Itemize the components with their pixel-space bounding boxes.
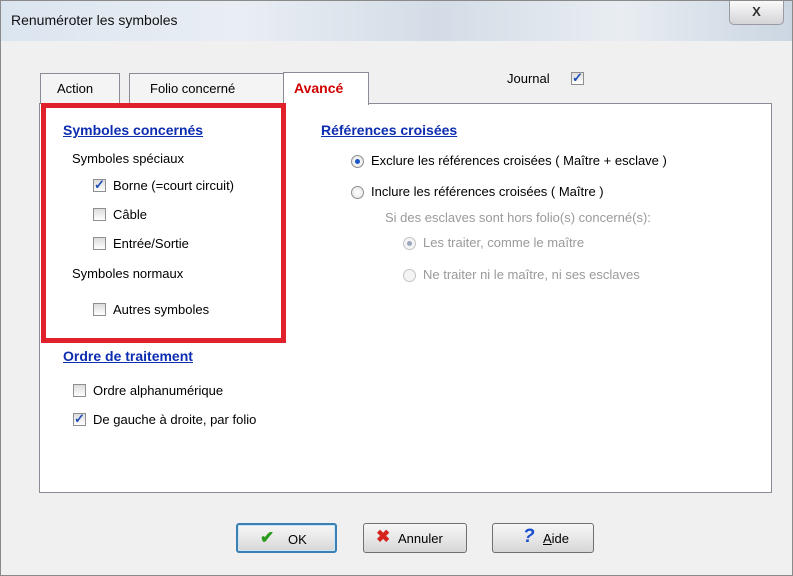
ordre-traitement-title[interactable]: Ordre de traitement	[63, 348, 193, 364]
radio-traiter-comme-maitre[interactable]	[403, 237, 416, 250]
tab-avance[interactable]: Avancé	[283, 72, 369, 105]
radio-ne-traiter-ni-maitre[interactable]	[403, 269, 416, 282]
esclaves-hors-folio-prompt: Si des esclaves sont hors folio(s) conce…	[385, 210, 651, 225]
journal-label: Journal	[507, 71, 550, 86]
references-croisees-title[interactable]: Références croisées	[321, 122, 457, 138]
checkbox-cable-label: Câble	[113, 207, 147, 222]
radio-exclure-references-label: Exclure les références croisées ( Maître…	[371, 153, 667, 168]
checkbox-borne-label: Borne (=court circuit)	[113, 178, 235, 193]
cancel-button[interactable]: ✖ Annuler	[363, 523, 467, 553]
tab-folio-concerne[interactable]: Folio concerné	[129, 73, 289, 103]
tab-action[interactable]: Action	[40, 73, 120, 103]
tab-action-label: Action	[57, 81, 94, 96]
title-bar[interactable]: Renuméroter les symboles X	[1, 1, 792, 41]
radio-inclure-references-label: Inclure les références croisées ( Maître…	[371, 184, 604, 199]
checkbox-autres-symboles[interactable]	[93, 303, 106, 316]
x-icon: ✖	[376, 527, 391, 546]
dialog-client-area: Action Folio concerné Avancé Journal Sym…	[11, 42, 782, 573]
checkbox-gauche-droite[interactable]	[73, 411, 86, 427]
checkbox-gauche-droite-label: De gauche à droite, par folio	[93, 412, 257, 427]
radio-inclure-references[interactable]	[351, 186, 364, 199]
symboles-speciaux-label: Symboles spéciaux	[72, 151, 184, 166]
checkbox-entree-sortie-label: Entrée/Sortie	[113, 236, 189, 251]
journal-checkbox[interactable]	[571, 70, 584, 86]
radio-exclure-references[interactable]	[351, 155, 364, 168]
symboles-concernes-title[interactable]: Symboles concernés	[63, 122, 203, 138]
window-title: Renuméroter les symboles	[11, 12, 178, 28]
checkbox-cable[interactable]	[93, 208, 106, 221]
tab-avance-label: Avancé	[294, 80, 344, 96]
checkbox-ordre-alphanumerique[interactable]	[73, 384, 86, 397]
close-icon: X	[752, 4, 761, 19]
checkbox-ordre-alphanumerique-label: Ordre alphanumérique	[93, 383, 224, 398]
ok-button[interactable]: ✔ OK	[236, 523, 337, 553]
help-button[interactable]: ? Aide	[492, 523, 594, 553]
checkbox-borne[interactable]	[93, 177, 106, 193]
tab-folio-concerne-label: Folio concerné	[150, 81, 236, 96]
question-icon: ?	[523, 526, 535, 547]
checkbox-autres-symboles-label: Autres symboles	[113, 302, 210, 317]
close-button[interactable]: X	[729, 1, 784, 25]
radio-ne-traiter-ni-maitre-label: Ne traiter ni le maître, ni ses esclaves	[423, 267, 640, 282]
radio-traiter-comme-maitre-label: Les traiter, comme le maître	[423, 235, 585, 250]
cancel-button-label: Annuler	[398, 531, 443, 546]
ok-button-label: OK	[288, 532, 307, 547]
symboles-normaux-label: Symboles normaux	[72, 266, 184, 281]
dialog-window: Renuméroter les symboles X Action Folio …	[0, 0, 793, 576]
help-button-label: Aide	[543, 531, 570, 546]
checkmark-icon: ✔	[260, 528, 275, 547]
checkbox-entree-sortie[interactable]	[93, 237, 106, 250]
